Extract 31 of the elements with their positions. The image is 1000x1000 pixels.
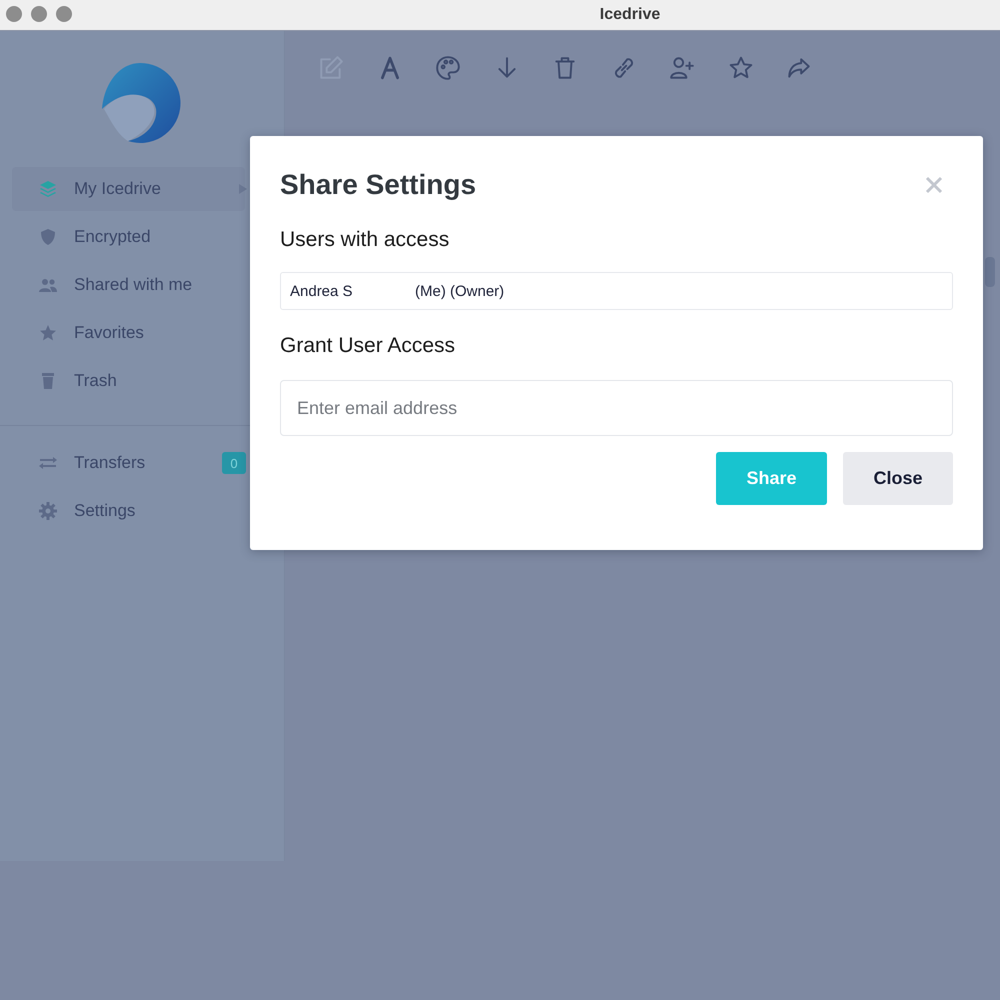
close-button[interactable]: Close [843,452,953,505]
window-title: Icedrive [600,6,660,24]
arrows-icon [39,454,57,472]
add-user-icon[interactable] [669,55,695,81]
star-icon [39,324,57,342]
section-heading: Users with access [280,228,450,252]
shield-icon [39,228,57,246]
count-badge: 0 [222,452,246,474]
sidebar-item[interactable]: Trash [12,359,245,403]
close-icon[interactable] [925,176,943,194]
email-field[interactable]: Enter email address [280,380,953,436]
section-heading: Grant User Access [280,334,456,358]
star-icon[interactable] [728,55,754,81]
trash-icon [39,372,57,390]
settings-icon [39,502,57,520]
sidebar-item[interactable]: Transfers 0 [12,441,245,485]
dialog-title: Share Settings [280,169,476,201]
user-name: Andrea S [290,282,354,300]
share-button[interactable]: Share [716,452,827,505]
window-control[interactable] [56,6,72,22]
sidebar-item[interactable]: Shared with me [12,263,245,307]
users-icon [39,276,57,294]
sidebar-item[interactable]: My Icedrive [12,167,245,211]
user-role: (Me) (Owner) [415,282,504,300]
window-control[interactable] [6,6,22,22]
layers-icon [39,180,57,198]
palette-icon[interactable] [435,55,461,81]
sidebar-item[interactable]: Favorites [12,311,245,355]
sidebar-item[interactable]: Encrypted [12,215,245,259]
window-control[interactable] [31,6,47,22]
sidebar-item[interactable]: Settings [12,489,245,533]
